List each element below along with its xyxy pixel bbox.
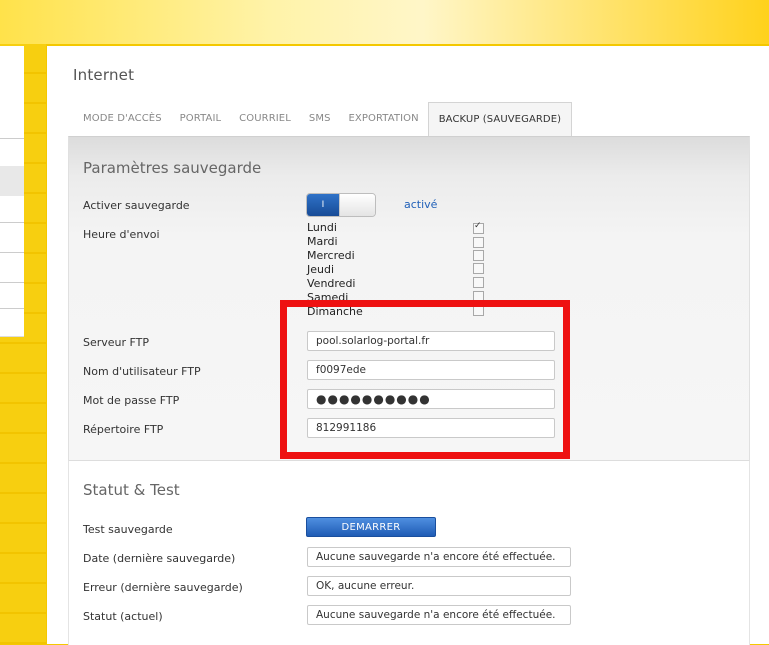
last-error-value: OK, aucune erreur. bbox=[307, 576, 571, 596]
tab-bar: MODE D'ACCÈS PORTAIL COURRIEL SMS EXPORT… bbox=[74, 102, 573, 138]
backup-toggle[interactable]: I bbox=[306, 193, 376, 217]
status-test-panel: Statut & Test Test sauvegarde DEMARRER D… bbox=[68, 460, 750, 645]
sidebar-divider bbox=[0, 138, 24, 139]
day-checkbox-tuesday[interactable] bbox=[473, 237, 484, 248]
tab-portal[interactable]: PORTAIL bbox=[171, 102, 231, 136]
test-backup-label: Test sauvegarde bbox=[83, 523, 173, 536]
day-checkbox-monday[interactable] bbox=[473, 221, 484, 234]
ftp-directory-label: Répertoire FTP bbox=[83, 423, 164, 436]
tab-export[interactable]: EXPORTATION bbox=[340, 102, 428, 136]
sidebar-divider bbox=[0, 282, 24, 283]
last-date-label: Date (dernière sauvegarde) bbox=[83, 552, 236, 565]
section-title-backup: Paramètres sauvegarde bbox=[83, 159, 262, 177]
sidebar-item-active[interactable] bbox=[0, 166, 24, 196]
tab-sms[interactable]: SMS bbox=[300, 102, 340, 136]
ftp-server-label: Serveur FTP bbox=[83, 336, 150, 349]
day-label: Jeudi bbox=[307, 263, 335, 276]
toggle-status-text: activé bbox=[404, 198, 438, 211]
day-label: Vendredi bbox=[307, 277, 356, 290]
toggle-on-indicator: I bbox=[307, 194, 339, 216]
send-time-label: Heure d'envoi bbox=[83, 228, 160, 241]
day-label: Lundi bbox=[307, 221, 337, 234]
sidebar-divider bbox=[0, 252, 24, 253]
last-error-label: Erreur (dernière sauvegarde) bbox=[83, 581, 243, 594]
last-date-value: Aucune sauvegarde n'a encore été effectu… bbox=[307, 547, 571, 567]
current-status-label: Statut (actuel) bbox=[83, 610, 163, 623]
ftp-password-label: Mot de passe FTP bbox=[83, 394, 180, 407]
sidebar-menu bbox=[0, 46, 24, 337]
day-checkbox-friday[interactable] bbox=[473, 277, 484, 288]
highlight-box bbox=[280, 300, 570, 459]
section-title-status: Statut & Test bbox=[83, 481, 180, 499]
tab-access-mode[interactable]: MODE D'ACCÈS bbox=[74, 102, 171, 136]
tab-email[interactable]: COURRIEL bbox=[230, 102, 300, 136]
top-banner bbox=[0, 0, 769, 44]
ftp-user-label: Nom d'utilisateur FTP bbox=[83, 365, 201, 378]
page-title: Internet bbox=[73, 66, 135, 84]
main-content: Internet MODE D'ACCÈS PORTAIL COURRIEL S… bbox=[47, 46, 769, 645]
sidebar-divider bbox=[0, 308, 24, 309]
day-checkbox-thursday[interactable] bbox=[473, 263, 484, 274]
start-button[interactable]: DEMARRER bbox=[306, 517, 436, 537]
day-checkbox-wednesday[interactable] bbox=[473, 250, 484, 261]
toggle-knob[interactable] bbox=[339, 194, 375, 216]
enable-backup-label: Activer sauvegarde bbox=[83, 199, 190, 212]
day-label: Mardi bbox=[307, 235, 338, 248]
current-status-value: Aucune sauvegarde n'a encore été effectu… bbox=[307, 605, 571, 625]
day-label: Mercredi bbox=[307, 249, 355, 262]
sidebar-divider bbox=[0, 222, 24, 223]
tab-backup[interactable]: BACKUP (SAUVEGARDE) bbox=[427, 102, 573, 138]
